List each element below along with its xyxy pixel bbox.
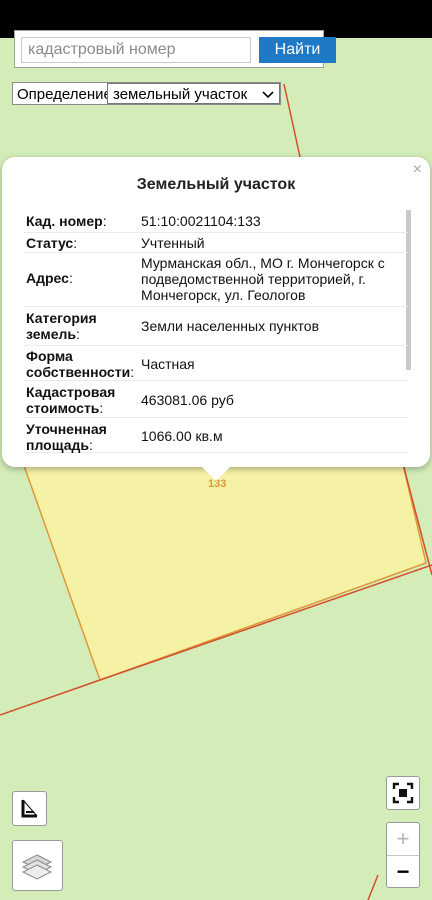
definition-selected-value: земельный участок xyxy=(113,86,248,103)
info-label: Кад. номер: xyxy=(26,213,107,229)
info-label: Статус: xyxy=(26,235,78,251)
search-button[interactable]: Найти xyxy=(259,37,336,63)
ruler-icon xyxy=(21,799,38,818)
info-row-ownership: Форма собственности: Частная xyxy=(24,346,408,381)
search-panel: Найти xyxy=(14,30,336,68)
info-value: 463081.06 руб xyxy=(141,392,234,408)
popup-title: Земельный участок xyxy=(136,176,296,193)
info-row-land-category: Категория земель: Земли населенных пункт… xyxy=(24,307,408,346)
info-value: Земли населенных пунктов xyxy=(141,318,320,334)
popup-pointer xyxy=(201,466,231,481)
info-value: 51:10:0021104:133 xyxy=(141,213,261,229)
info-label: Кадастровая стоимость: xyxy=(26,384,116,416)
info-value: Мурманская обл., МО г. Мончегорск с подв… xyxy=(141,255,385,303)
locate-button[interactable] xyxy=(386,776,420,810)
info-row-cadastral-value: Кадастровая стоимость: 463081.06 руб xyxy=(24,381,408,418)
info-label: Уточненная площадь: xyxy=(26,421,107,453)
info-label: Адрес: xyxy=(26,270,73,286)
info-value: Частная xyxy=(141,356,195,372)
info-label: Форма собственности: xyxy=(26,348,135,380)
zoom-out-button[interactable]: − xyxy=(387,856,419,888)
layers-icon xyxy=(21,854,53,880)
info-row-area: Уточненная площадь: 1066.00 кв.м xyxy=(24,418,408,453)
layers-button[interactable] xyxy=(12,840,63,891)
definition-label: Определение: xyxy=(17,86,117,103)
definition-select[interactable]: земельный участок xyxy=(107,83,280,104)
ruler-button[interactable] xyxy=(12,791,47,826)
info-row-cadastral-number: Кад. номер: 51:10:0021104:133 xyxy=(24,209,408,233)
info-value: 1066.00 кв.м xyxy=(141,428,223,444)
info-row-address: Адрес: Мурманская обл., МО г. Мончегорск… xyxy=(24,253,408,307)
zoom-control: + − xyxy=(386,822,420,888)
zoom-in-button[interactable]: + xyxy=(387,823,419,856)
info-label: Категория земель: xyxy=(26,310,97,342)
cadastral-number-input[interactable] xyxy=(21,37,251,63)
chevron-down-icon xyxy=(262,91,274,99)
locate-icon xyxy=(392,782,414,804)
definition-panel: Определение: земельный участок xyxy=(12,82,281,105)
info-value: Учтенный xyxy=(141,235,205,251)
info-row-status: Статус: Учтенный xyxy=(24,233,408,253)
parcel-info-popup: × Земельный участок Кад. номер: 51:10:00… xyxy=(2,157,430,467)
parcel-info-table: Кад. номер: 51:10:0021104:133 Статус: Уч… xyxy=(24,209,408,453)
